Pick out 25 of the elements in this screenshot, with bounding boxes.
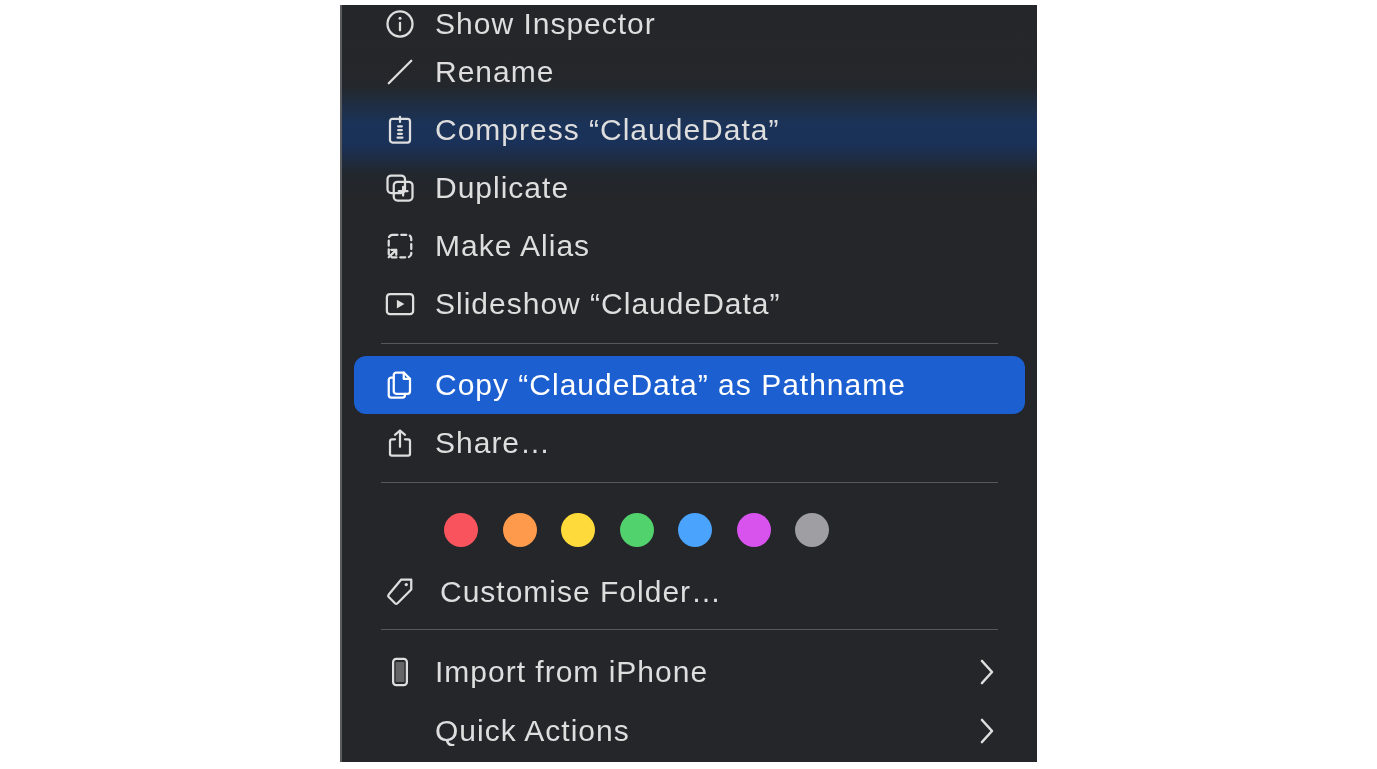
tag-dot-icon[interactable] <box>619 513 654 547</box>
pencil-icon <box>385 57 415 87</box>
menu-item[interactable]: Copy “ClaudeData” as Pathname <box>354 356 1025 414</box>
submenu-item[interactable]: Import from iPhone <box>354 642 1025 702</box>
tag-dot-icon[interactable] <box>795 513 829 547</box>
menu-item[interactable]: Slideshow “ClaudeData” <box>354 275 1025 333</box>
info-icon <box>385 9 415 39</box>
menu-item[interactable]: Duplicate <box>354 159 1025 217</box>
tag-dot-icon[interactable] <box>502 513 537 547</box>
menu-item[interactable]: Compress “ClaudeData” <box>354 101 1025 159</box>
tag-icon <box>385 577 415 607</box>
menu-item[interactable]: Make Alias <box>354 217 1025 275</box>
menu-item[interactable]: Customise Folder… <box>354 565 1025 619</box>
duplicate-icon <box>385 173 415 203</box>
chevron-icon <box>979 659 995 685</box>
tag-dot-icon[interactable] <box>678 513 712 547</box>
menu-item[interactable]: Share… <box>354 414 1025 472</box>
menu-item[interactable]: Rename <box>354 43 1025 101</box>
tag-dot-icon[interactable] <box>561 513 595 547</box>
dashed-square-icon <box>385 231 415 261</box>
tag-dot-icon[interactable] <box>444 513 478 547</box>
menu-item[interactable]: Show Inspector <box>354 5 1025 43</box>
tag-dot-icon[interactable] <box>736 513 771 547</box>
chevron-icon <box>979 717 995 744</box>
submenu-item[interactable]: Quick Actions <box>354 702 1025 759</box>
